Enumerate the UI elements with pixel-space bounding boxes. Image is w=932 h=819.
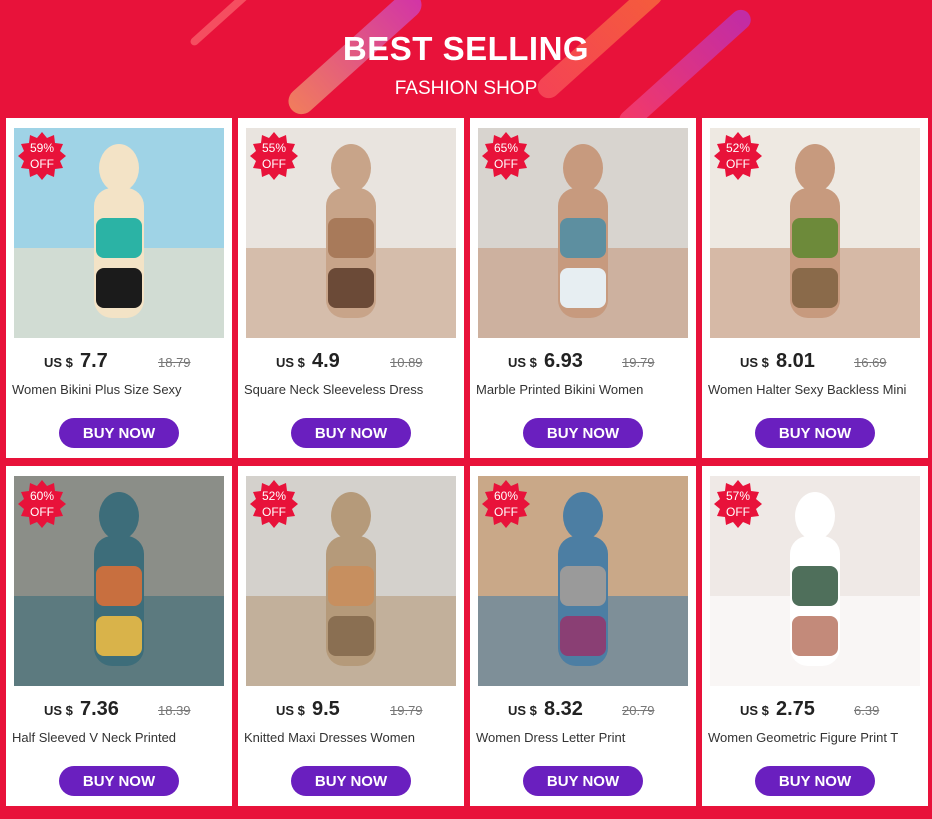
buy-now-button[interactable]: BUY NOW xyxy=(523,418,643,448)
currency-label: US $ xyxy=(44,703,73,718)
product-name[interactable]: Knitted Maxi Dresses Women xyxy=(244,730,458,745)
discount-percent: 60% xyxy=(29,489,55,503)
currency-label: US $ xyxy=(44,355,73,370)
page-title: BEST SELLING xyxy=(342,30,590,67)
discount-off: OFF xyxy=(262,505,286,519)
product-card[interactable]: 55% OFF US $ 4.9 10.89 Square Neck Sleev… xyxy=(238,118,464,458)
discount-badge: 65% OFF xyxy=(482,132,530,180)
product-name[interactable]: Women Halter Sexy Backless Mini xyxy=(708,382,922,397)
buy-now-button[interactable]: BUY NOW xyxy=(59,418,179,448)
discount-percent: 52% xyxy=(261,489,287,503)
product-name[interactable]: Women Bikini Plus Size Sexy xyxy=(12,382,226,397)
discount-percent: 55% xyxy=(261,141,287,155)
product-image[interactable]: 57% OFF xyxy=(710,476,920,686)
price-row: US $ 9.5 19.79 xyxy=(238,698,464,722)
product-image[interactable]: 60% OFF xyxy=(478,476,688,686)
original-price: 10.89 xyxy=(390,355,423,370)
original-price: 19.79 xyxy=(622,355,655,370)
sale-price: 4.9 xyxy=(312,350,340,372)
currency-label: US $ xyxy=(276,355,305,370)
buy-now-button[interactable]: BUY NOW xyxy=(291,766,411,796)
discount-off: OFF xyxy=(494,505,518,519)
price-row: US $ 4.9 10.89 xyxy=(238,350,464,374)
sale-price: 6.93 xyxy=(544,350,583,372)
page-subtitle: FASHION SHOP xyxy=(394,78,538,99)
discount-percent: 52% xyxy=(725,141,751,155)
buy-now-button[interactable]: BUY NOW xyxy=(59,766,179,796)
product-image[interactable]: 55% OFF xyxy=(246,128,456,338)
product-card[interactable]: 60% OFF US $ 8.32 20.79 Women Dress Lett… xyxy=(470,466,696,806)
product-name[interactable]: Square Neck Sleeveless Dress xyxy=(244,382,458,397)
discount-badge: 60% OFF xyxy=(18,480,66,528)
product-card[interactable]: 59% OFF US $ 7.7 18.79 Women Bikini Plus… xyxy=(6,118,232,458)
sale-price: 2.75 xyxy=(776,698,815,720)
discount-badge: 59% OFF xyxy=(18,132,66,180)
discount-badge: 52% OFF xyxy=(714,132,762,180)
sale-price: 8.32 xyxy=(544,698,583,720)
discount-off: OFF xyxy=(726,157,750,171)
discount-badge: 60% OFF xyxy=(482,480,530,528)
product-card[interactable]: 52% OFF US $ 8.01 16.69 Women Halter Sex… xyxy=(702,118,928,458)
discount-off: OFF xyxy=(30,505,54,519)
original-price: 6.39 xyxy=(854,703,880,718)
product-name[interactable]: Half Sleeved V Neck Printed xyxy=(12,730,226,745)
banner-header: BEST SELLING FASHION SHOP xyxy=(0,0,932,118)
discount-badge: 52% OFF xyxy=(250,480,298,528)
product-image[interactable]: 52% OFF xyxy=(246,476,456,686)
discount-percent: 65% xyxy=(493,141,519,155)
discount-off: OFF xyxy=(262,157,286,171)
buy-now-button[interactable]: BUY NOW xyxy=(755,418,875,448)
currency-label: US $ xyxy=(508,355,537,370)
product-image[interactable]: 59% OFF xyxy=(14,128,224,338)
buy-now-button[interactable]: BUY NOW xyxy=(755,766,875,796)
price-row: US $ 7.7 18.79 xyxy=(6,350,232,374)
original-price: 19.79 xyxy=(390,703,423,718)
product-card[interactable]: 60% OFF US $ 7.36 18.39 Half Sleeved V N… xyxy=(6,466,232,806)
discount-percent: 57% xyxy=(725,489,751,503)
product-image[interactable]: 52% OFF xyxy=(710,128,920,338)
price-row: US $ 8.32 20.79 xyxy=(470,698,696,722)
currency-label: US $ xyxy=(508,703,537,718)
buy-now-button[interactable]: BUY NOW xyxy=(523,766,643,796)
product-image[interactable]: 60% OFF xyxy=(14,476,224,686)
currency-label: US $ xyxy=(276,703,305,718)
product-card[interactable]: 52% OFF US $ 9.5 19.79 Knitted Maxi Dres… xyxy=(238,466,464,806)
product-name[interactable]: Women Dress Letter Print xyxy=(476,730,690,745)
original-price: 20.79 xyxy=(622,703,655,718)
buy-now-button[interactable]: BUY NOW xyxy=(291,418,411,448)
product-name[interactable]: Marble Printed Bikini Women xyxy=(476,382,690,397)
sale-price: 9.5 xyxy=(312,698,340,720)
price-row: US $ 6.93 19.79 xyxy=(470,350,696,374)
sale-price: 8.01 xyxy=(776,350,815,372)
discount-percent: 60% xyxy=(493,489,519,503)
original-price: 16.69 xyxy=(854,355,887,370)
sale-price: 7.36 xyxy=(80,698,119,720)
product-image[interactable]: 65% OFF xyxy=(478,128,688,338)
price-row: US $ 8.01 16.69 xyxy=(702,350,928,374)
product-card[interactable]: 65% OFF US $ 6.93 19.79 Marble Printed B… xyxy=(470,118,696,458)
product-name[interactable]: Women Geometric Figure Print T xyxy=(708,730,922,745)
discount-percent: 59% xyxy=(29,141,55,155)
discount-off: OFF xyxy=(494,157,518,171)
discount-off: OFF xyxy=(30,157,54,171)
discount-off: OFF xyxy=(726,505,750,519)
original-price: 18.79 xyxy=(158,355,191,370)
price-row: US $ 7.36 18.39 xyxy=(6,698,232,722)
sale-price: 7.7 xyxy=(80,350,108,372)
original-price: 18.39 xyxy=(158,703,191,718)
currency-label: US $ xyxy=(740,703,769,718)
currency-label: US $ xyxy=(740,355,769,370)
discount-badge: 57% OFF xyxy=(714,480,762,528)
price-row: US $ 2.75 6.39 xyxy=(702,698,928,722)
discount-badge: 55% OFF xyxy=(250,132,298,180)
product-card[interactable]: 57% OFF US $ 2.75 6.39 Women Geometric F… xyxy=(702,466,928,806)
